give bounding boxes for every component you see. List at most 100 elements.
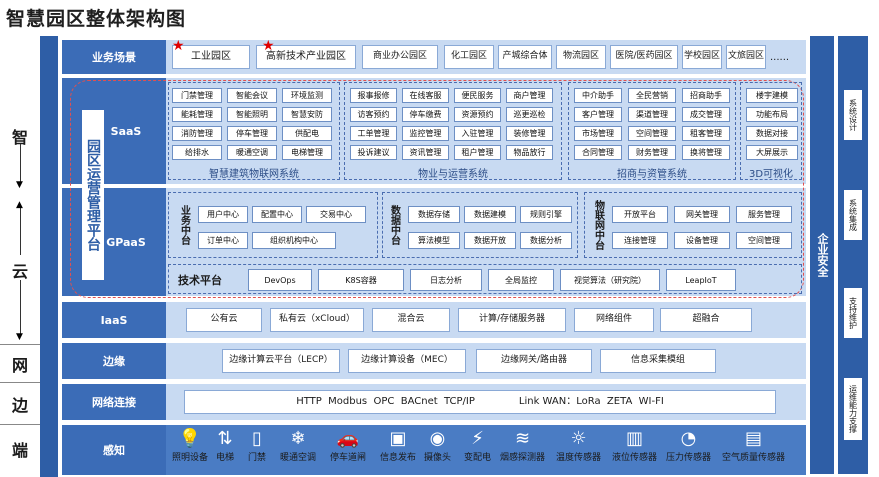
saas-item[interactable]: 巡更巡检	[506, 107, 553, 122]
sense-item[interactable]: ▤ 空气质量传感器	[722, 428, 785, 463]
sense-item[interactable]: ▣ 信息发布	[380, 428, 416, 463]
iaas-item[interactable]: 混合云	[372, 308, 450, 332]
saas-item[interactable]: 监控管理	[402, 126, 449, 141]
saas-item[interactable]: 能耗管理	[172, 107, 222, 122]
sense-item[interactable]: ⇅ 电梯	[216, 428, 234, 463]
scene-chemical[interactable]: 化工园区	[444, 45, 494, 69]
saas-item[interactable]: 资讯管理	[402, 145, 449, 160]
saas-item[interactable]: 入驻管理	[454, 126, 501, 141]
gpaas-tech-item[interactable]: 全局监控	[488, 269, 554, 291]
saas-item[interactable]: 客户管理	[574, 107, 622, 122]
saas-item[interactable]: 智能照明	[227, 107, 277, 122]
saas-item[interactable]: 市场管理	[574, 126, 622, 141]
saas-item[interactable]: 暖通空调	[227, 145, 277, 160]
gpaas-tech-item[interactable]: K8S容器	[318, 269, 404, 291]
saas-item[interactable]: 停车管理	[227, 126, 277, 141]
gpaas-iot-item[interactable]: 网关管理	[674, 206, 730, 223]
saas-item[interactable]: 物品放行	[506, 145, 553, 160]
sense-item[interactable]: ⚡ 变配电	[464, 428, 491, 463]
saas-item[interactable]: 数据对接	[746, 126, 798, 141]
saas-item[interactable]: 门禁管理	[172, 88, 222, 103]
saas-item[interactable]: 资源预约	[454, 107, 501, 122]
gpaas-iot-item[interactable]: 服务管理	[736, 206, 792, 223]
saas-item[interactable]: 访客预约	[350, 107, 397, 122]
gpaas-data-item[interactable]: 数据存储	[408, 206, 460, 223]
sense-label: 液位传感器	[612, 453, 658, 463]
saas-item[interactable]: 全民营销	[628, 88, 676, 103]
sense-label: 照明设备	[172, 453, 209, 463]
gpaas-biz-item[interactable]: 配置中心	[252, 206, 302, 223]
sense-item[interactable]: ◔ 压力传感器	[666, 428, 711, 463]
gpaas-iot-item[interactable]: 设备管理	[674, 232, 730, 249]
gpaas-data-item[interactable]: 规则引擎	[520, 206, 572, 223]
saas-item[interactable]: 给排水	[172, 145, 222, 160]
gpaas-iot-item[interactable]: 开放平台	[612, 206, 668, 223]
saas-item[interactable]: 供配电	[282, 126, 332, 141]
saas-item[interactable]: 功能布局	[746, 107, 798, 122]
sense-item[interactable]: ≋ 烟感探测器	[500, 428, 545, 463]
saas-item[interactable]: 中介助手	[574, 88, 622, 103]
saas-item[interactable]: 投诉建议	[350, 145, 397, 160]
saas-item[interactable]: 便民服务	[454, 88, 501, 103]
scene-culture[interactable]: 文旅园区	[726, 45, 766, 69]
gpaas-biz-item[interactable]: 用户中心	[198, 206, 248, 223]
iaas-item[interactable]: 公有云	[186, 308, 262, 332]
gpaas-data-item[interactable]: 算法模型	[408, 232, 460, 249]
car-icon: 🚗	[336, 428, 360, 449]
saas-item[interactable]: 楼宇建模	[746, 88, 798, 103]
saas-item[interactable]: 环境监测	[282, 88, 332, 103]
scene-school[interactable]: 学校园区	[682, 45, 722, 69]
saas-item[interactable]: 停车缴费	[402, 107, 449, 122]
gpaas-biz-item[interactable]: 交易中心	[306, 206, 366, 223]
gpaas-biz-item[interactable]: 组织机构中心	[252, 232, 336, 249]
edge-item[interactable]: 边缘计算设备（MEC）	[348, 349, 466, 373]
iaas-item[interactable]: 私有云（xCloud）	[270, 308, 364, 332]
gpaas-data-item[interactable]: 数据开放	[464, 232, 516, 249]
edge-item[interactable]: 信息采集模组	[600, 349, 716, 373]
saas-item[interactable]: 招商助手	[682, 88, 730, 103]
gpaas-tech-item[interactable]: DevOps	[248, 269, 312, 291]
edge-item[interactable]: 边缘网关/路由器	[476, 349, 592, 373]
saas-item[interactable]: 租户管理	[454, 145, 501, 160]
saas-item[interactable]: 空间管理	[628, 126, 676, 141]
saas-item[interactable]: 大屏展示	[746, 145, 798, 160]
gpaas-iot-item[interactable]: 空间管理	[736, 232, 792, 249]
gpaas-iot-item[interactable]: 连接管理	[612, 232, 668, 249]
gpaas-tech-item[interactable]: 日志分析	[410, 269, 482, 291]
saas-item[interactable]: 消防管理	[172, 126, 222, 141]
saas-item[interactable]: 财务管理	[628, 145, 676, 160]
iaas-item[interactable]: 超融合	[660, 308, 752, 332]
saas-item[interactable]: 智慧安防	[282, 107, 332, 122]
sense-item[interactable]: ☼ 温度传感器	[556, 428, 601, 463]
saas-item[interactable]: 工单管理	[350, 126, 397, 141]
saas-item[interactable]: 报事报修	[350, 88, 397, 103]
scene-logistics[interactable]: 物流园区	[556, 45, 606, 69]
scene-office[interactable]: 商业办公园区	[362, 45, 438, 69]
saas-item[interactable]: 渠道管理	[628, 107, 676, 122]
sense-item[interactable]: ▥ 液位传感器	[612, 428, 657, 463]
iaas-item[interactable]: 网络组件	[574, 308, 654, 332]
sense-item[interactable]: ❄ 暖通空调	[280, 428, 316, 463]
sense-item[interactable]: 💡 照明设备	[172, 428, 208, 463]
iaas-item[interactable]: 计算/存储服务器	[458, 308, 566, 332]
sense-item[interactable]: ▯ 门禁	[248, 428, 266, 463]
saas-item[interactable]: 智能会议	[227, 88, 277, 103]
saas-item[interactable]: 换将管理	[682, 145, 730, 160]
sense-item[interactable]: 🚗 停车道闸	[330, 428, 366, 463]
saas-item[interactable]: 合同管理	[574, 145, 622, 160]
scene-hospital[interactable]: 医院/医药园区	[610, 45, 678, 69]
gpaas-tech-item[interactable]: LeapIoT	[666, 269, 736, 291]
sense-item[interactable]: ◉ 摄像头	[424, 428, 451, 463]
saas-item[interactable]: 装修管理	[506, 126, 553, 141]
gpaas-data-item[interactable]: 数据建模	[464, 206, 516, 223]
gpaas-data-item[interactable]: 数据分析	[520, 232, 572, 249]
saas-item[interactable]: 电梯管理	[282, 145, 332, 160]
saas-item[interactable]: 在线客服	[402, 88, 449, 103]
scene-complex[interactable]: 产城综合体	[498, 45, 552, 69]
saas-item[interactable]: 商户管理	[506, 88, 553, 103]
gpaas-biz-item[interactable]: 订单中心	[198, 232, 248, 249]
saas-item[interactable]: 租客管理	[682, 126, 730, 141]
edge-item[interactable]: 边缘计算云平台（LECP）	[222, 349, 340, 373]
saas-item[interactable]: 成交管理	[682, 107, 730, 122]
gpaas-tech-item[interactable]: 视觉算法（研究院）	[560, 269, 660, 291]
